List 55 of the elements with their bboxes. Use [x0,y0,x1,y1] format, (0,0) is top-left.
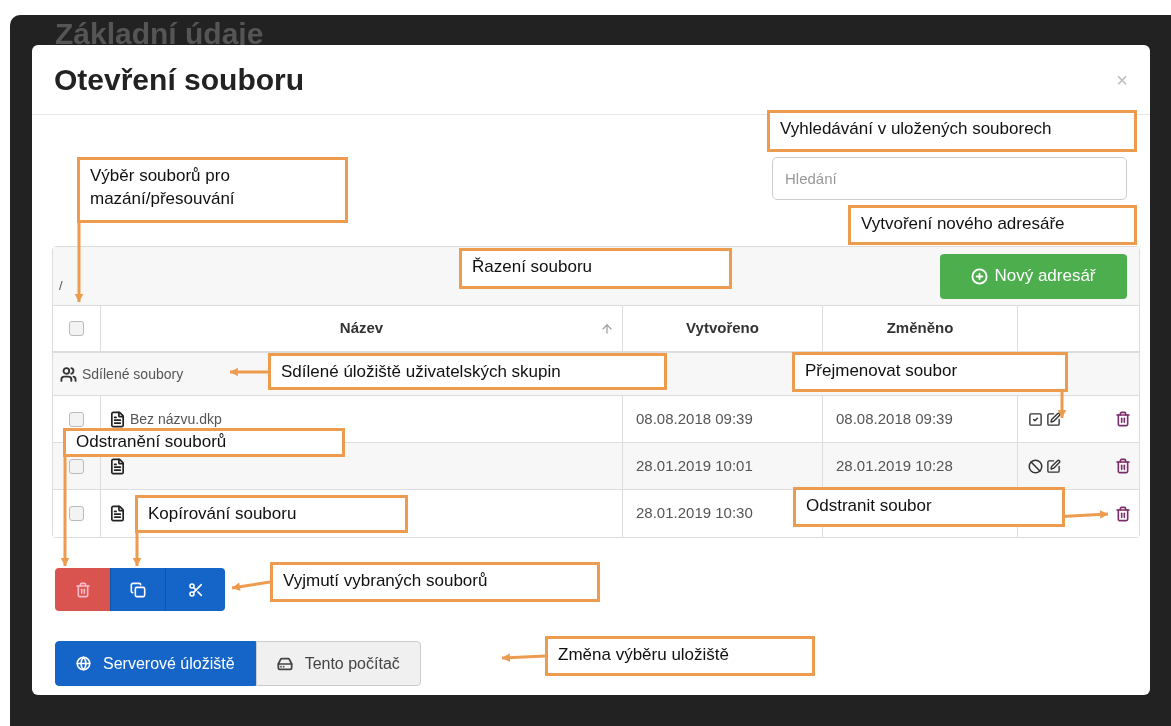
file-icon [109,457,126,475]
callout: Vytvoření nového adresáře [848,205,1137,245]
column-header[interactable]: Změněno [886,317,954,340]
scissors-icon [187,581,204,598]
callout: Odstranit soubor [793,487,1065,527]
callout-arrow [230,367,268,377]
trash-icon [74,581,91,598]
trash-icon[interactable] [1115,505,1131,522]
check-square-icon[interactable] [1028,411,1043,427]
copy-icon [130,581,146,598]
copy-button[interactable] [110,568,165,611]
callout: Řazení souboru [459,248,732,289]
callout: Výběr souborů pro mazání/přesouvání [77,157,348,223]
callout-arrow [231,580,271,592]
storage-tab[interactable]: Tento počítač [255,641,421,686]
cut-button[interactable] [165,568,225,611]
trash-icon[interactable] [1115,458,1131,474]
drive-icon [276,655,293,672]
callout-arrow [1057,392,1067,418]
storage-tab[interactable]: Serverové úložiště [55,641,256,686]
delete-button[interactable] [55,568,110,611]
table-cell-text: 08.08.2018 09:39 [636,408,753,429]
column-header[interactable]: Vytvořeno [686,317,759,340]
checkbox[interactable] [69,411,84,427]
dialog-title: Otevření souboru [54,62,305,98]
callout: Vyjmutí vybraných souborů [270,562,600,602]
ban-icon[interactable] [1028,458,1043,474]
edit-icon[interactable] [1046,411,1061,427]
callout: Přejmenovat soubor [792,352,1068,392]
callout-arrow [132,533,142,566]
current-path: / [59,276,63,295]
checkbox[interactable] [69,506,84,521]
users-icon [60,365,77,383]
checkbox[interactable] [69,458,84,474]
column-header[interactable]: Název [339,317,384,340]
table-cell-text: 08.08.2018 09:39 [836,408,953,429]
callout: Vyhledávání v uložených souborech [767,110,1137,152]
file-name[interactable]: Bez názvu.dkp [130,408,222,430]
checkbox[interactable] [69,321,84,336]
callout: Kopírování souboru [135,495,408,533]
globe-icon [76,656,91,671]
callout: Odstranění souborů [63,428,345,457]
trash-icon[interactable] [1115,411,1131,427]
file-icon [109,505,126,522]
shared-folder-link[interactable]: Sdílené soubory [82,363,184,385]
edit-icon[interactable] [1046,458,1061,474]
callout: Sdílené úložiště uživatelských skupin [268,353,667,390]
search-field[interactable]: Hledání [772,157,1127,200]
table-cell-text: 28.01.2019 10:01 [636,455,753,476]
table-cell-text: 28.01.2019 10:28 [836,455,953,476]
callout-arrow [501,653,546,662]
table-cell-text: 28.01.2019 10:30 [636,503,753,524]
file-icon [109,410,126,428]
plus-icon [971,267,989,285]
callout: Změna výběru uložiště [545,636,815,676]
